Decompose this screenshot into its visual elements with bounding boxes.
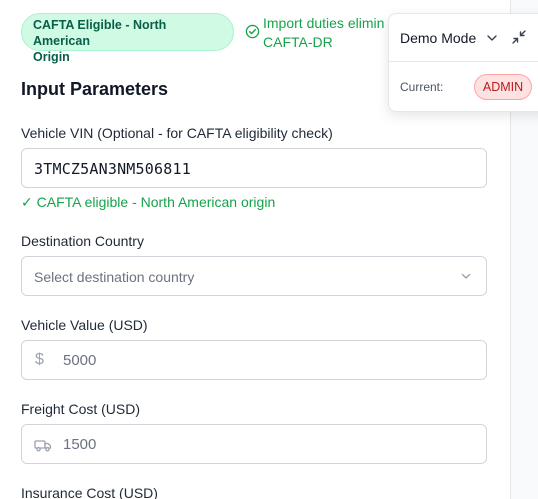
import-duties-note: Import duties elimin CAFTA-DR [245, 13, 405, 53]
insurance-label: Insurance Cost (USD) [21, 485, 158, 499]
section-title: Input Parameters [21, 79, 169, 99]
destination-label: Destination Country [21, 233, 144, 249]
check-circle-icon [245, 24, 260, 39]
freight-input[interactable]: 1500 [21, 424, 487, 464]
cafta-status-badge: CAFTA Eligible - North American Origin [21, 13, 234, 64]
cafta-badge-line1: CAFTA Eligible - North American [33, 18, 167, 48]
vehicle-value-input[interactable]: $ 5000 [21, 340, 487, 380]
freight-value: 1500 [63, 436, 97, 453]
collapse-icon[interactable] [511, 29, 527, 45]
import-note-text-line2: CAFTA-DR [263, 34, 333, 50]
demo-mode-dropdown[interactable]: Demo Mode [400, 30, 476, 46]
vin-validation-message: ✓ CAFTA eligible - North American origin [21, 194, 276, 210]
destination-placeholder: Select destination country [34, 269, 195, 285]
vehicle-value-label: Vehicle Value (USD) [21, 317, 148, 333]
vin-value: 3TMCZ5AN3NM506811 [34, 160, 191, 178]
vin-label: Vehicle VIN (Optional - for CAFTA eligib… [21, 125, 333, 141]
divider [389, 61, 538, 62]
demo-mode-panel: Demo Mode Current: ADMIN [388, 13, 538, 112]
destination-select[interactable]: Select destination country [21, 256, 487, 296]
vehicle-value-value: 5000 [63, 352, 97, 369]
freight-label: Freight Cost (USD) [21, 401, 141, 417]
chevron-down-icon [461, 273, 471, 279]
current-role-label: Current: [400, 80, 444, 94]
chevron-down-icon[interactable] [486, 33, 498, 43]
vin-input[interactable]: 3TMCZ5AN3NM506811 [21, 148, 487, 188]
dollar-icon: $ [35, 351, 44, 368]
role-badge: ADMIN [474, 74, 532, 100]
cafta-badge-line2: Origin [33, 50, 70, 64]
truck-icon [34, 440, 52, 452]
